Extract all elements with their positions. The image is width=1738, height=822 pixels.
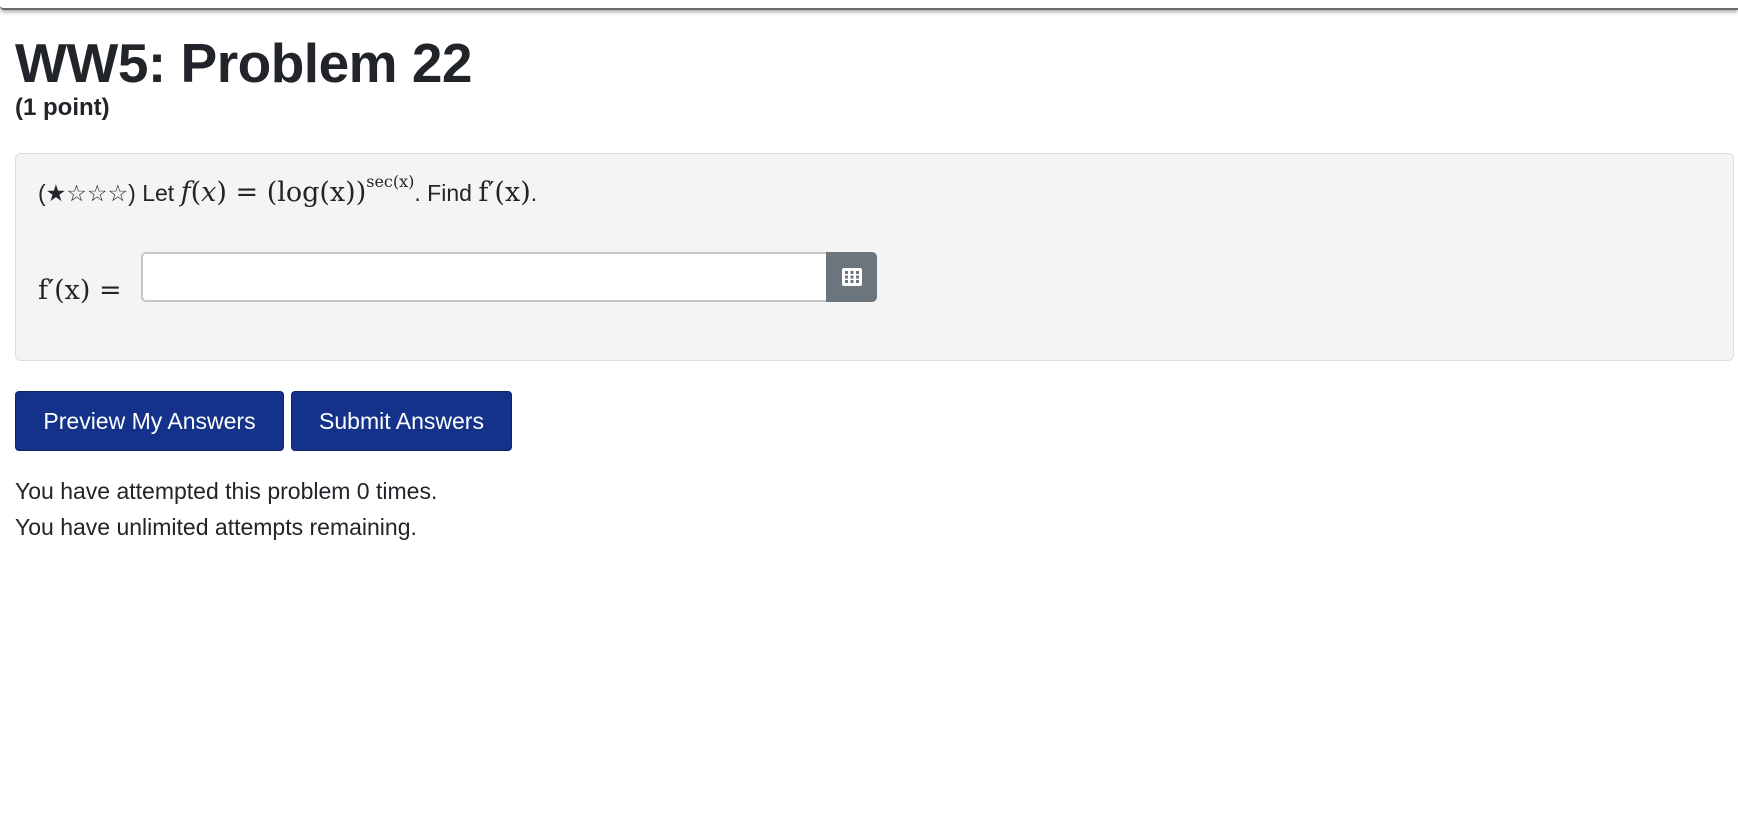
equals-sign: = (235, 177, 259, 208)
attempts-count-text: You have attempted this problem 0 times. (15, 478, 438, 504)
top-nav-bar (0, 0, 1738, 10)
problem-statement: (★☆☆☆) Let f(x) = (log(x))sec(x). Find f… (38, 172, 538, 213)
answer-label: f′(x) = (38, 275, 122, 306)
problem-body: (★☆☆☆) Let f(x) = (log(x))sec(x). Find f… (15, 153, 1734, 361)
point-value: (1 point) (15, 94, 110, 121)
submit-answers-button[interactable]: Submit Answers (291, 391, 512, 451)
page-title: WW5: Problem 22 (15, 32, 473, 94)
statement-prefix: Let (142, 180, 175, 206)
function-name: f (180, 177, 191, 208)
attempts-remaining-text: You have unlimited attempts remaining. (15, 514, 417, 540)
derivative-expression: f′(x) (478, 177, 531, 208)
statement-mid: . Find (414, 180, 472, 206)
preview-answers-button[interactable]: Preview My Answers (15, 391, 284, 451)
function-variable: x (201, 177, 217, 208)
exponent-expression: sec(x) (366, 172, 415, 191)
equation-editor-button[interactable] (826, 252, 877, 302)
statement-end: . (530, 180, 538, 206)
grid-icon (841, 268, 862, 286)
base-expression: (log(x)) (266, 177, 367, 208)
answer-input[interactable] (141, 252, 827, 302)
difficulty-stars: (★☆☆☆) (38, 180, 136, 206)
function-definition: f(x) = (log(x))sec(x) (180, 172, 415, 208)
